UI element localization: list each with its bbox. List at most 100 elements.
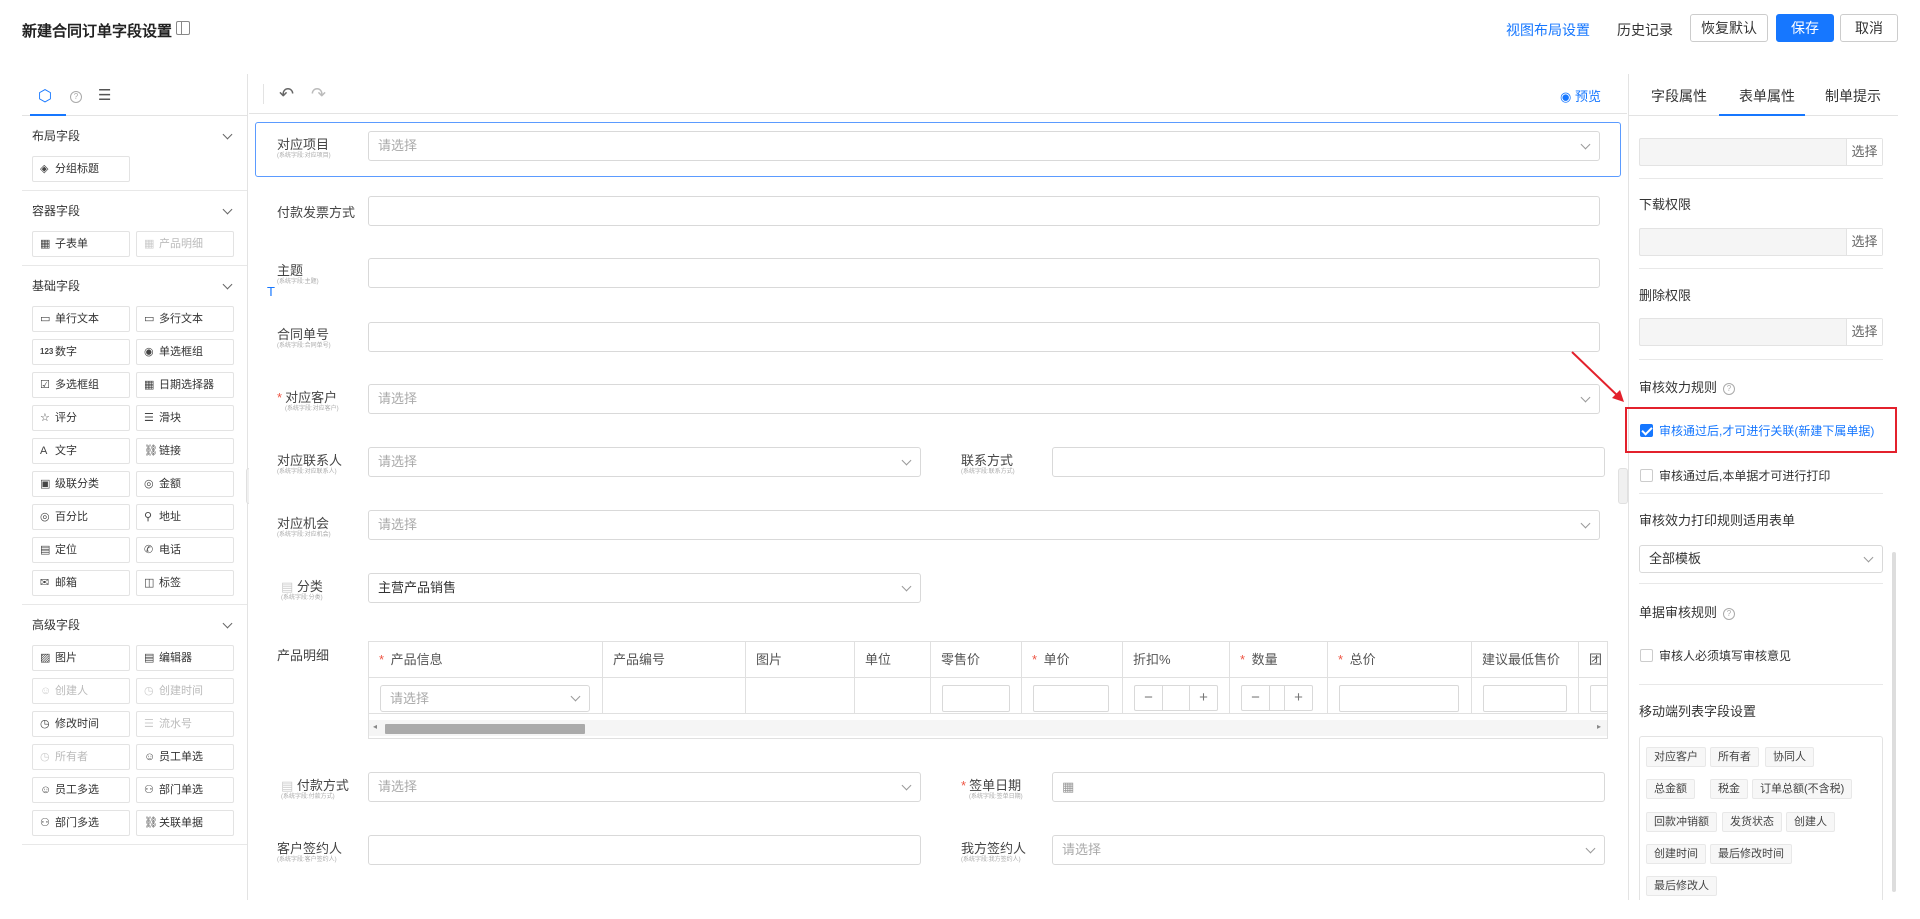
contact-select[interactable]: 请选择 bbox=[368, 447, 921, 477]
field-customer-signer[interactable]: 客户签约人 (系统字段:客户签约人) bbox=[277, 835, 927, 878]
minus-icon[interactable]: − bbox=[1135, 686, 1163, 710]
field-our-signer[interactable]: 我方签约人 (系统字段:我方签约人) 请选择 bbox=[961, 835, 1605, 878]
palette-item[interactable]: ⛓ 链接 bbox=[136, 438, 234, 464]
product-select[interactable]: 请选择 bbox=[380, 685, 590, 712]
invoice-input[interactable] bbox=[368, 196, 1600, 226]
select-button[interactable]: 选择 bbox=[1846, 139, 1882, 165]
field-tag[interactable]: 最后修改人 bbox=[1646, 876, 1717, 896]
palette-item[interactable]: ☰ 滑块 bbox=[136, 405, 234, 431]
field-phone[interactable]: 联系方式 (系统字段:联系方式) bbox=[961, 447, 1605, 490]
field-opportunity[interactable]: 对应机会 (系统字段:对应机会) 请选择 bbox=[277, 510, 1600, 553]
palette-item[interactable]: A 文字 bbox=[32, 438, 130, 464]
must-comment-checkbox[interactable] bbox=[1640, 649, 1653, 662]
field-tag[interactable]: 回款冲销额 bbox=[1646, 812, 1717, 832]
palette-item[interactable]: ⚇ 部门单选 bbox=[136, 777, 234, 803]
permission-input-1[interactable]: 选择 bbox=[1639, 138, 1883, 166]
palette-item[interactable]: ◉ 单选框组 bbox=[136, 339, 234, 365]
help-icon[interactable]: ? bbox=[1723, 608, 1736, 620]
palette-item[interactable]: ⛓ 关联单据 bbox=[136, 810, 234, 836]
field-contract-no[interactable]: 合同单号 (系统字段:合同单号) bbox=[277, 322, 1600, 364]
field-tag[interactable]: 协同人 bbox=[1765, 747, 1814, 767]
tab-form-tips[interactable]: 制单提示 bbox=[1825, 86, 1881, 106]
phone-input[interactable] bbox=[1052, 447, 1605, 477]
palette-item[interactable]: ◎ 百分比 bbox=[32, 504, 130, 530]
palette-item[interactable]: ▭ 单行文本 bbox=[32, 306, 130, 332]
palette-item[interactable]: ✆ 电话 bbox=[136, 537, 234, 563]
field-tag[interactable]: 创建人 bbox=[1786, 812, 1835, 832]
field-tag[interactable]: 总金额 bbox=[1646, 779, 1695, 799]
customer-signer-input[interactable] bbox=[368, 835, 921, 865]
min-price-input[interactable] bbox=[1483, 685, 1567, 712]
delete-permission-input[interactable]: 选择 bbox=[1639, 318, 1883, 346]
help-icon[interactable]: ? bbox=[1723, 383, 1736, 395]
field-payment[interactable]: ▤ 付款方式 (系统字段:付款方式) 请选择 bbox=[277, 772, 927, 815]
total-input[interactable] bbox=[1339, 685, 1459, 712]
tab-field-props[interactable]: 字段属性 bbox=[1651, 86, 1707, 106]
layout-icon[interactable] bbox=[176, 21, 190, 35]
palette-item[interactable]: ▦ 子表单 bbox=[32, 231, 130, 257]
tree-icon[interactable]: ☰ bbox=[98, 86, 111, 104]
field-tag[interactable]: 最后修改时间 bbox=[1710, 844, 1792, 864]
select-button[interactable]: 选择 bbox=[1846, 229, 1882, 255]
scrollbar-thumb[interactable] bbox=[385, 724, 585, 734]
field-sign-date[interactable]: * 签单日期 (系统字段:签单日期) ▦ bbox=[961, 772, 1605, 815]
quantity-stepper[interactable]: − + bbox=[1241, 685, 1313, 711]
field-contact[interactable]: 对应联系人 (系统字段:对应联系人) 请选择 bbox=[277, 447, 927, 490]
palette-item[interactable]: ⚲ 地址 bbox=[136, 504, 234, 530]
palette-item[interactable]: ☺ 员工多选 bbox=[32, 777, 130, 803]
field-tag[interactable]: 所有者 bbox=[1710, 747, 1759, 767]
restore-default-button[interactable]: 恢复默认 bbox=[1690, 14, 1768, 42]
table-scrollbar[interactable]: ◂ ▸ bbox=[369, 720, 1607, 736]
palette-item[interactable]: ▦ 日期选择器 bbox=[136, 372, 234, 398]
field-customer[interactable]: * 对应客户 (系统字段:对应客户) 请选择 bbox=[277, 384, 1600, 427]
field-tag[interactable]: 创建时间 bbox=[1646, 844, 1706, 864]
redo-icon[interactable]: ↷ bbox=[311, 84, 326, 105]
minus-icon[interactable]: − bbox=[1242, 686, 1270, 710]
retail-input[interactable] bbox=[942, 685, 1010, 712]
palette-item[interactable]: ▣ 级联分类 bbox=[32, 471, 130, 497]
price-input[interactable] bbox=[1033, 685, 1109, 712]
cube-icon[interactable]: ⬡ bbox=[38, 86, 52, 106]
palette-item[interactable]: ⚇ 部门多选 bbox=[32, 810, 130, 836]
palette-item[interactable]: ◫ 标签 bbox=[136, 570, 234, 596]
preview-button[interactable]: ◉ 预览 bbox=[1560, 86, 1601, 105]
field-tag[interactable]: 订单总额(不含税) bbox=[1752, 779, 1853, 799]
panel-scrollbar[interactable] bbox=[1892, 552, 1896, 892]
view-layout-link[interactable]: 视图布局设置 bbox=[1506, 20, 1590, 40]
field-tag[interactable]: 发货状态 bbox=[1722, 812, 1782, 832]
palette-item[interactable]: ▤ 编辑器 bbox=[136, 645, 234, 671]
save-button[interactable]: 保存 bbox=[1776, 14, 1834, 42]
palette-item[interactable]: ☆ 评分 bbox=[32, 405, 130, 431]
must-comment-label[interactable]: 审核人必须填写审核意见 bbox=[1659, 647, 1791, 664]
project-select[interactable]: 请选择 bbox=[368, 131, 1600, 161]
field-project[interactable]: 对应项目 (系统字段:对应项目) 请选择 bbox=[277, 131, 1600, 174]
category-select[interactable]: 主营产品销售 bbox=[368, 573, 921, 603]
opportunity-select[interactable]: 请选择 bbox=[368, 510, 1600, 540]
customer-select[interactable]: 请选择 bbox=[368, 384, 1600, 414]
palette-group-header[interactable]: 布局字段 bbox=[32, 116, 239, 156]
plus-icon[interactable]: + bbox=[1284, 686, 1312, 710]
extra-input[interactable] bbox=[1590, 685, 1607, 712]
help-icon[interactable]: ? bbox=[70, 89, 82, 103]
audit-print-checkbox[interactable] bbox=[1640, 469, 1653, 482]
palette-item[interactable]: ▭ 多行文本 bbox=[136, 306, 234, 332]
scroll-left-icon[interactable]: ◂ bbox=[373, 722, 377, 731]
sign-date-picker[interactable]: ▦ bbox=[1052, 772, 1605, 802]
palette-item[interactable]: ▤ 定位 bbox=[32, 537, 130, 563]
tab-form-props[interactable]: 表单属性 bbox=[1739, 86, 1795, 106]
field-tag[interactable]: 税金 bbox=[1710, 779, 1748, 799]
palette-group-header[interactable]: 基础字段 bbox=[32, 266, 239, 306]
payment-select[interactable]: 请选择 bbox=[368, 772, 921, 802]
palette-item[interactable]: ◷ 修改时间 bbox=[32, 711, 130, 737]
template-select[interactable]: 全部模板 bbox=[1639, 545, 1883, 573]
audit-print-label[interactable]: 审核通过后,本单据才可进行打印 bbox=[1659, 467, 1830, 484]
field-subject[interactable]: 主题 (系统字段:主题) bbox=[277, 258, 1600, 300]
field-invoice-method[interactable]: 付款发票方式 bbox=[277, 196, 1600, 238]
field-tag[interactable]: 对应客户 bbox=[1646, 747, 1706, 767]
plus-icon[interactable]: + bbox=[1189, 686, 1217, 710]
palette-group-header[interactable]: 高级字段 bbox=[32, 605, 239, 645]
palette-item[interactable]: ✉ 邮箱 bbox=[32, 570, 130, 596]
palette-item[interactable]: ☺ 员工单选 bbox=[136, 744, 234, 770]
subject-input[interactable] bbox=[368, 258, 1600, 288]
select-button[interactable]: 选择 bbox=[1846, 319, 1882, 345]
